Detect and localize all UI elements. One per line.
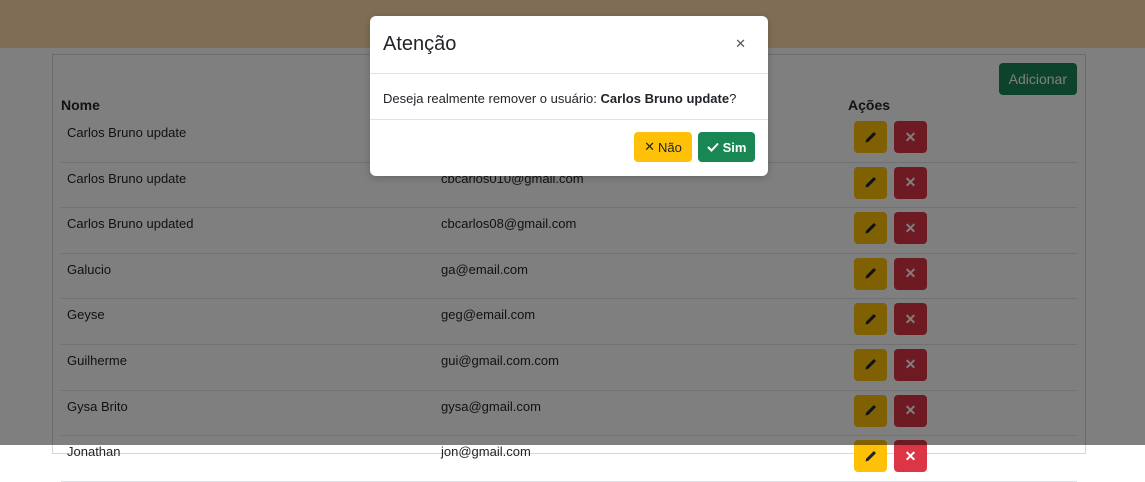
x-icon: ✕ [904,447,917,464]
no-label: Não [658,139,682,155]
check-icon [706,142,719,152]
dialog-header: Atenção ✕ [370,16,768,74]
message-prefix: Deseja realmente remover o usuário: [383,91,601,106]
dialog-title: Atenção [383,33,457,55]
dialog-body: Deseja realmente remover o usuário: Carl… [370,74,768,120]
yes-label: Sim [722,139,747,155]
close-icon[interactable]: ✕ [735,36,746,52]
x-icon: ✕ [644,139,656,154]
confirm-dialog: Atenção ✕ Deseja realmente remover o usu… [370,16,768,176]
message-user-name: Carlos Bruno update [600,91,730,106]
message-suffix: ? [729,91,737,106]
dialog-footer: ✕ Não Sim [370,120,768,176]
user-name: Jonathan [67,444,121,460]
yes-button[interactable]: Sim [698,132,755,162]
user-email: jon@gmail.com [441,444,531,460]
dialog-message: Deseja realmente remover o usuário: Carl… [383,91,736,106]
no-button[interactable]: ✕ Não [634,132,692,162]
pencil-icon [865,450,877,462]
